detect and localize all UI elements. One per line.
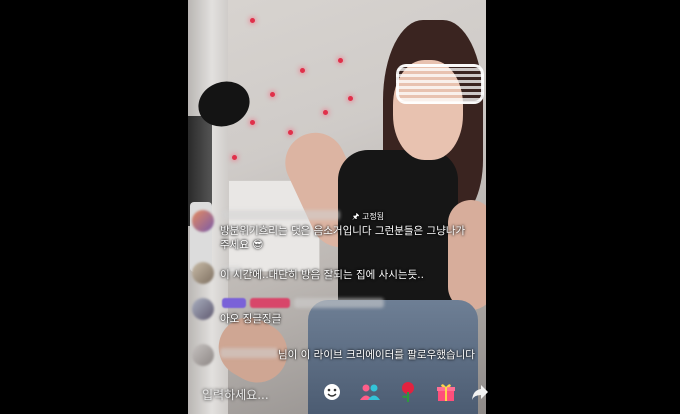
- chat-message[interactable]: 아오 징글징글: [192, 298, 484, 328]
- blurred-username: [222, 210, 340, 220]
- light-dot: [288, 130, 293, 135]
- light-dot: [323, 110, 328, 115]
- gift-icon[interactable]: [434, 380, 458, 404]
- microphone: [188, 74, 256, 272]
- light-dot: [250, 18, 255, 23]
- light-dot: [338, 58, 343, 63]
- rose-icon[interactable]: [396, 380, 420, 404]
- people-icon[interactable]: [358, 380, 382, 404]
- pinned-comment[interactable]: 🖈 고정됨 방분위기흐리는 댓은 음소거입니다 그런분들은 그냥나가주세요 😎: [192, 210, 484, 254]
- pinned-label: 고정됨: [361, 212, 385, 221]
- shutter-glasses: [396, 64, 484, 104]
- share-icon[interactable]: [468, 380, 492, 404]
- chat-message-text: 이 시간에..대단히 방음 잘되는 집에 사시는듯..: [220, 269, 424, 281]
- pinned-text: 방분위기흐리는 댓은 음소거입니다 그런분들은 그냥나가주세요 😎: [220, 225, 466, 251]
- blurred-username: [220, 348, 278, 358]
- light-dot: [270, 92, 275, 97]
- avatar: [192, 210, 214, 232]
- light-dot: [348, 96, 353, 101]
- avatar: [192, 298, 214, 320]
- light-dot: [300, 68, 305, 73]
- avatar: [192, 262, 214, 284]
- pin-badge: 🖈 고정됨: [352, 210, 384, 224]
- chat-message[interactable]: 이 시간에..대단히 방음 잘되는 집에 사시는듯..: [192, 262, 484, 284]
- light-dot: [232, 155, 237, 160]
- comment-bar: 입력하세요...: [192, 378, 488, 410]
- follow-notice-text: 님이 이 라이브 크리에이터를 팔로우했습니다: [278, 349, 475, 361]
- pin-icon: 🖈: [352, 212, 360, 221]
- chat-message-text: 아오 징글징글: [220, 313, 282, 325]
- chat-message[interactable]: 님이 이 라이브 크리에이터를 팔로우했습니다: [192, 344, 484, 366]
- blurred-username: [294, 298, 384, 308]
- avatar: [192, 344, 214, 366]
- emoji-icon[interactable]: [320, 380, 344, 404]
- level-badge: [222, 298, 246, 308]
- comment-input[interactable]: 입력하세요...: [202, 386, 269, 403]
- fan-badge: [250, 298, 290, 308]
